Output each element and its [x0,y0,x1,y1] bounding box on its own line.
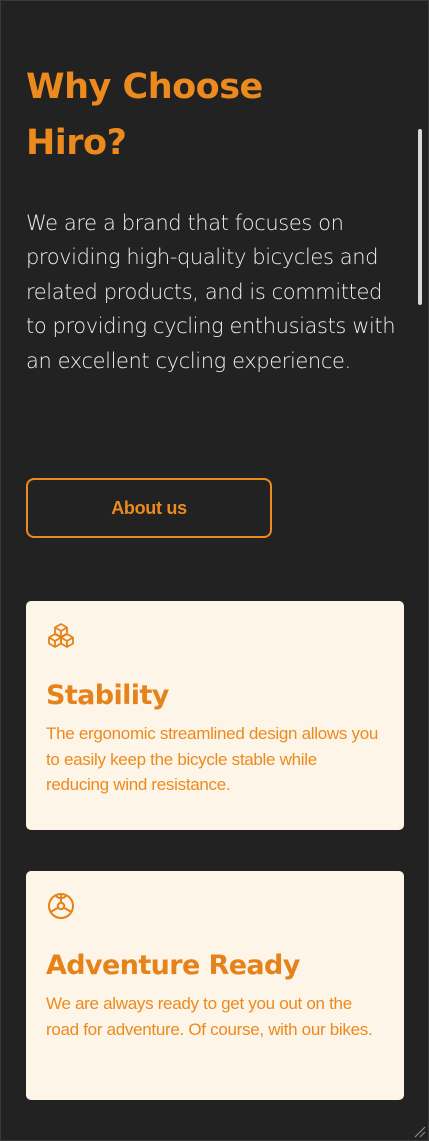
feature-card-adventure: Adventure Ready We are always ready to g… [26,871,404,1100]
section-title: Why Choose Hiro? [26,59,386,171]
section-title-line-2: Hiro? [26,123,127,163]
wheel-icon [48,893,74,919]
cubes-icon [48,623,74,648]
intro-text: We are a brand that focuses on providing… [26,211,396,373]
resize-grip-icon[interactable] [410,1122,426,1138]
feature-card-stability: Stability The ergonomic streamlined desi… [26,601,404,830]
viewport-frame: Why Choose Hiro? We are a brand that foc… [0,0,429,1141]
feature-description: The ergonomic streamlined design allows … [46,724,378,794]
feature-title: Adventure Ready [46,950,300,981]
about-us-button[interactable]: About us [26,478,272,538]
feature-title: Stability [46,680,169,711]
feature-description: We are always ready to get you out on th… [46,994,373,1039]
section-title-line-1: Why Choose [26,67,263,107]
scrollbar-thumb[interactable] [418,129,422,305]
